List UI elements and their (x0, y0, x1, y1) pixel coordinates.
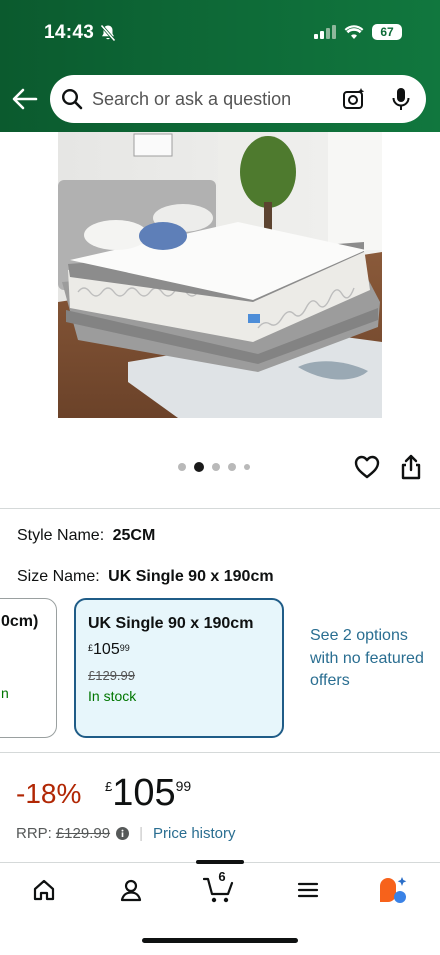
battery-icon: 67 (372, 24, 402, 40)
carousel-dot-active[interactable] (194, 462, 204, 472)
account-icon[interactable] (119, 878, 143, 902)
home-icon[interactable] (32, 878, 56, 902)
style-name-value: 25CM (112, 527, 156, 544)
rrp-row: RRP: £129.99 | Price history (16, 825, 236, 842)
heart-icon[interactable] (354, 455, 380, 479)
cart-count-badge: 6 (218, 869, 226, 884)
header: 14:43 67 (0, 0, 440, 132)
search-bar[interactable] (50, 75, 426, 123)
price-symbol: £ (88, 643, 94, 653)
size-option-was-price: £129.99 (88, 668, 135, 683)
see-options-link[interactable]: See 2 options with no featured offers (310, 625, 430, 693)
carousel-dot[interactable] (244, 464, 250, 470)
bell-slash-icon (100, 24, 116, 42)
microphone-icon[interactable] (390, 87, 412, 111)
status-time: 14:43 (44, 22, 95, 43)
carousel-dot[interactable] (178, 463, 186, 471)
price-symbol: £ (105, 779, 113, 794)
status-indicators: 67 (314, 24, 402, 40)
size-option-title: UK Single 90 x 190cm (88, 615, 254, 632)
size-option-stock: n (1, 685, 9, 701)
rufus-icon[interactable] (378, 876, 410, 904)
size-option-stock: In stock (88, 688, 137, 704)
price: £10599 (105, 772, 191, 815)
rrp-value: £129.99 (55, 825, 111, 842)
menu-icon[interactable] (296, 878, 320, 902)
info-icon[interactable] (116, 827, 130, 840)
home-indicator (142, 938, 298, 943)
price-whole: 105 (112, 772, 176, 814)
arrow-left-icon[interactable] (12, 88, 38, 110)
search-input[interactable] (92, 75, 332, 123)
wifi-icon (344, 24, 364, 39)
share-icon[interactable] (400, 454, 422, 480)
active-tab-indicator (196, 860, 244, 864)
camera-search-icon[interactable] (342, 87, 366, 111)
price-history-link[interactable]: Price history (153, 825, 236, 842)
style-name-row: Style Name: 25CM (17, 527, 155, 545)
size-name-label: Size Name: (17, 568, 100, 585)
image-carousel-dots (178, 462, 250, 472)
size-name-value: UK Single 90 x 190cm (108, 568, 274, 585)
size-option-price: £10599 (88, 641, 130, 659)
separator: | (139, 825, 143, 842)
carousel-dot[interactable] (228, 463, 236, 471)
carousel-dot[interactable] (212, 463, 220, 471)
divider (0, 752, 440, 753)
price-whole: 105 (93, 641, 120, 658)
size-option-card-selected[interactable]: UK Single 90 x 190cm £10599 £129.99 In s… (74, 598, 284, 738)
divider (0, 508, 440, 509)
size-option-title: 0cm) (1, 613, 39, 630)
product-page: 14:43 67 Search or ask a question Style … (0, 0, 440, 955)
product-image[interactable] (58, 132, 382, 418)
price-fraction: 99 (119, 643, 130, 653)
style-name-label: Style Name: (17, 527, 105, 544)
price-fraction: 99 (175, 778, 192, 794)
rrp-label: RRP: (16, 825, 52, 842)
signal-icon (314, 25, 336, 39)
size-option-card[interactable]: 0cm) n (0, 598, 57, 738)
search-icon (61, 88, 83, 110)
size-name-row: Size Name: UK Single 90 x 190cm (17, 568, 274, 586)
discount-percent: -18% (16, 778, 82, 809)
